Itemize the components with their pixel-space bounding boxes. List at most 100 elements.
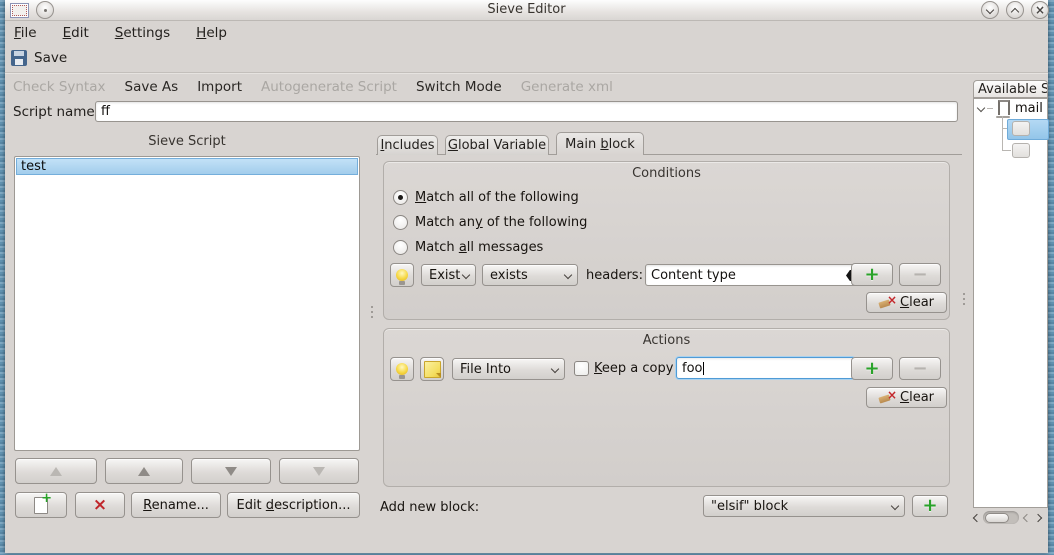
actions-title: Actions (384, 333, 949, 348)
left-splitter-handle[interactable] (371, 306, 373, 321)
chevron-up-icon (1011, 8, 1019, 16)
toolbar-separator (5, 72, 1048, 73)
label-pre: Main (565, 137, 600, 152)
right-splitter-handle[interactable] (963, 293, 965, 308)
generate-xml-button[interactable]: Generate xml (521, 79, 613, 95)
chevron-down-icon (462, 271, 470, 279)
add-action-button[interactable]: + (851, 357, 893, 380)
headers-label: headers: (586, 268, 643, 283)
label-post: ile (21, 25, 37, 41)
tab-label: Main block (565, 137, 635, 152)
chevron-down-icon (891, 502, 899, 510)
scroll-right-icon[interactable] (1034, 514, 1042, 522)
plus-icon: + (864, 268, 879, 282)
broom-icon (879, 391, 895, 405)
combo-value: "elsif" block (711, 499, 788, 514)
label-accel: R (143, 498, 151, 513)
combo-value: exists (490, 268, 528, 283)
move-up-button[interactable] (105, 458, 183, 484)
tab-global-variable[interactable]: Global Variable (445, 135, 549, 155)
tab-includes[interactable]: Includes (377, 135, 438, 155)
conditions-clear-button[interactable]: Clear (866, 292, 947, 313)
maximize-button[interactable] (1006, 1, 1024, 19)
radio-label: Match any of the following (415, 215, 587, 230)
menubar: File Edit Settings Help (5, 21, 1054, 45)
menu-help[interactable]: Help (196, 25, 227, 41)
save-button[interactable]: Save (34, 50, 67, 66)
sieve-editor-window: Sieve Editor × File Edit Settings Help S… (5, 0, 1048, 553)
radio-match-all-messages[interactable] (393, 240, 408, 255)
label-post: lear (909, 295, 934, 310)
rename-button[interactable]: Rename... (131, 492, 221, 518)
action-type-combo[interactable]: File Into (452, 358, 565, 380)
remove-condition-button[interactable]: − (899, 263, 941, 286)
actions-clear-button[interactable]: Clear (866, 387, 947, 408)
edit-description-button[interactable]: Edit description... (227, 492, 360, 518)
list-item-label: test (21, 159, 46, 174)
add-condition-button[interactable]: + (851, 263, 893, 286)
new-document-icon (34, 497, 48, 514)
new-script-button[interactable] (15, 492, 67, 518)
tab-main-block[interactable]: Main block (556, 132, 644, 155)
script-name-input[interactable]: ff (95, 101, 958, 122)
available-scripts-tree[interactable] (973, 98, 1048, 508)
app-icon[interactable] (10, 3, 29, 18)
combo-value: Exist (429, 268, 460, 283)
arrow-up-icon (138, 467, 150, 476)
script-name-value: ff (101, 104, 110, 119)
available-scripts-header[interactable]: Available S (973, 80, 1048, 98)
label-accel: K (594, 361, 602, 376)
label-post: escription... (274, 498, 350, 513)
condition-match-combo[interactable]: exists (482, 264, 578, 286)
script-item-icon[interactable] (1012, 143, 1030, 158)
move-top-button[interactable] (15, 458, 97, 484)
menu-edit[interactable]: Edit (63, 25, 89, 41)
scroll-left-icon[interactable] (973, 514, 981, 522)
minimize-button[interactable] (981, 1, 999, 19)
sieve-script-panel-title: Sieve Script (8, 134, 366, 149)
menu-file[interactable]: File (14, 25, 37, 41)
arrow-top-icon (50, 467, 62, 476)
add-block-button[interactable]: + (912, 495, 948, 517)
action-comment-button[interactable] (420, 357, 444, 381)
scrollbar-track[interactable] (983, 511, 1019, 524)
condition-type-combo[interactable]: Exist (421, 264, 476, 286)
script-name-label: Script name: (13, 104, 99, 120)
menu-settings[interactable]: Settings (115, 25, 170, 41)
keep-copy-checkbox[interactable] (574, 361, 589, 376)
move-bottom-button[interactable] (279, 458, 359, 484)
remove-action-button[interactable]: − (899, 357, 941, 380)
minus-icon: − (912, 269, 927, 281)
broom-icon (879, 296, 895, 310)
label-post: ncludes (384, 138, 434, 153)
radio-match-any-following[interactable] (393, 215, 408, 230)
save-icon (11, 50, 27, 66)
sieve-script-list[interactable]: test (14, 156, 360, 451)
folder-input[interactable]: foo (676, 357, 855, 379)
label-accel: a (459, 240, 467, 255)
scrollbar-thumb[interactable] (985, 513, 1009, 523)
script-item-icon[interactable] (1012, 121, 1030, 136)
action-help-button[interactable] (390, 357, 414, 381)
plus-icon: + (922, 499, 937, 513)
label-accel: C (900, 390, 909, 405)
radio-match-all-following[interactable] (393, 190, 408, 205)
check-syntax-button[interactable]: Check Syntax (13, 79, 106, 95)
close-button[interactable]: × (1031, 1, 1049, 19)
chevron-down-icon (564, 271, 572, 279)
scroll-left2-icon[interactable] (1023, 514, 1031, 522)
tree-root-label[interactable]: mail (1015, 101, 1043, 116)
delete-script-button[interactable]: × (75, 492, 125, 518)
move-down-button[interactable] (191, 458, 271, 484)
text-caret (703, 362, 704, 375)
autogenerate-script-button[interactable]: Autogenerate Script (261, 79, 397, 95)
list-item-test[interactable]: test (16, 158, 358, 175)
save-as-button[interactable]: Save As (125, 79, 179, 95)
add-block-combo[interactable]: "elsif" block (703, 495, 905, 517)
pin-button[interactable] (36, 1, 54, 19)
condition-help-button[interactable] (390, 263, 414, 287)
tab-label: Includes (380, 138, 434, 153)
import-button[interactable]: Import (197, 79, 242, 95)
label-pre: Match (415, 240, 459, 255)
switch-mode-button[interactable]: Switch Mode (416, 79, 502, 95)
